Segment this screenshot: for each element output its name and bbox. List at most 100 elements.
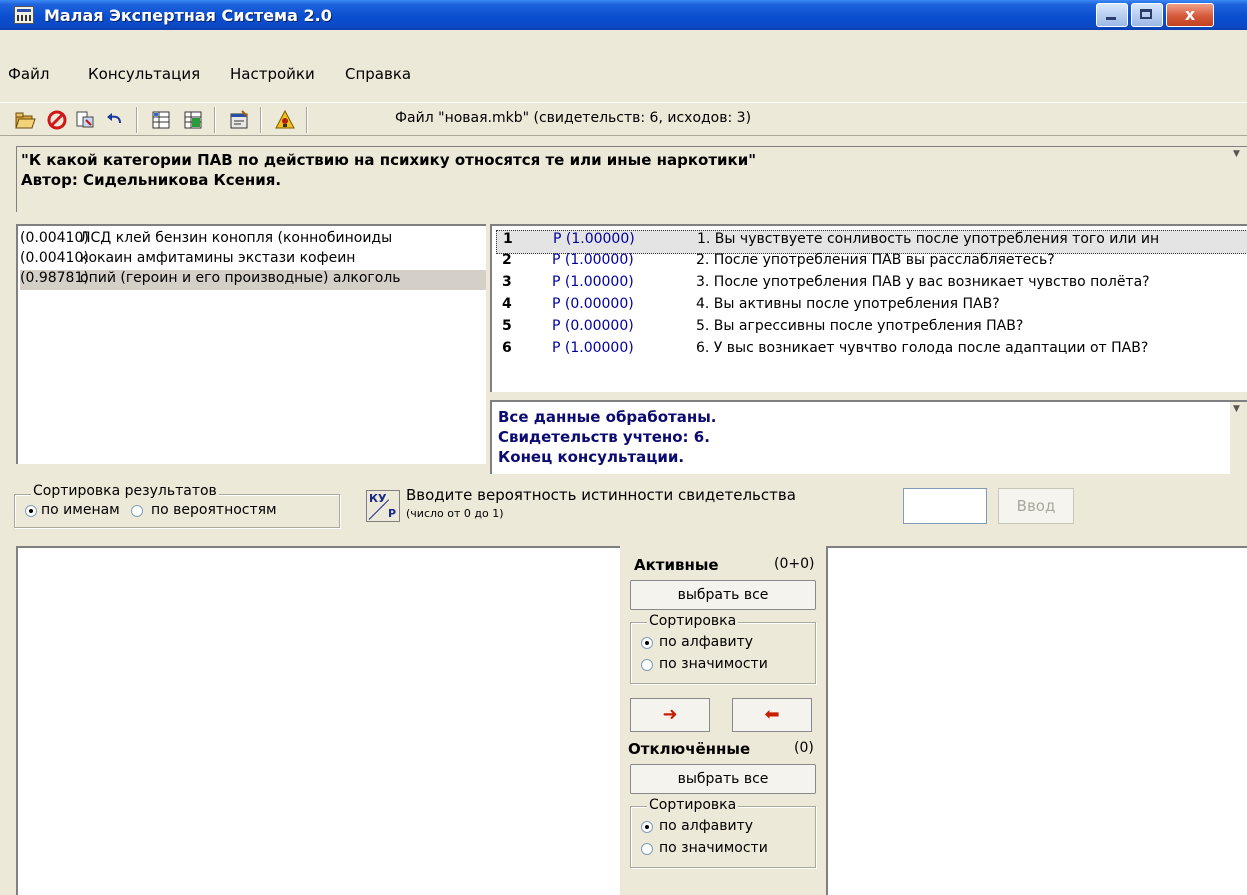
sort-by-probability-radio[interactable] bbox=[131, 505, 143, 517]
menu-settings[interactable]: Настройки bbox=[230, 65, 315, 83]
disabled-title: Отключённые bbox=[628, 740, 751, 758]
sort-by-name-radio[interactable] bbox=[25, 505, 37, 517]
active-sort-significance-radio[interactable] bbox=[641, 659, 653, 671]
result-scrollbar[interactable] bbox=[1230, 402, 1247, 474]
move-left-button[interactable]: ⬅ bbox=[732, 698, 812, 732]
evidence-list[interactable]: 1 P (1.00000) 1. Вы чувствуете сонливост… bbox=[490, 224, 1247, 392]
evidence-probability: P (0.00000) bbox=[552, 318, 634, 334]
p-label: Р bbox=[387, 507, 396, 520]
toolbar: Файл "новая.mkb" (свидетельств: 6, исход… bbox=[0, 102, 1247, 136]
evidence-pane-left[interactable] bbox=[16, 546, 620, 895]
disabled-sort-significance-radio[interactable] bbox=[641, 843, 653, 855]
enter-button[interactable]: Ввод bbox=[998, 488, 1074, 524]
evidence-probability: P (1.00000) bbox=[552, 252, 634, 268]
list-item[interactable]: (0.00410)кокаин амфитамины экстази кофеи… bbox=[20, 250, 486, 270]
help-icon[interactable] bbox=[274, 109, 296, 131]
toolbar-separator bbox=[260, 107, 262, 133]
evidence-question: 1. Вы чувствуете сонливость после употре… bbox=[697, 231, 1160, 247]
consultation-icon[interactable] bbox=[74, 109, 96, 131]
input-prompt: Вводите вероятность истинности свидетель… bbox=[406, 486, 796, 504]
toolbar-separator bbox=[136, 107, 138, 133]
evidence-number: 2 bbox=[502, 252, 512, 268]
evidence-question: 3. После употребления ПАВ у вас возникае… bbox=[696, 274, 1150, 290]
window-title: Малая Экспертная Система 2.0 bbox=[44, 6, 332, 25]
active-sort-group: Сортировка по алфавиту по значимости bbox=[630, 613, 816, 684]
active-select-all-button[interactable]: выбрать все bbox=[630, 580, 816, 610]
menu-bar: Файл Консультация Настройки Справка bbox=[0, 64, 1247, 86]
table-icon[interactable] bbox=[150, 109, 172, 131]
active-count: (0+0) bbox=[774, 556, 815, 572]
menu-help[interactable]: Справка bbox=[345, 65, 411, 83]
list-item-selected[interactable]: (0.98781)опий (героин и его производные)… bbox=[20, 270, 486, 290]
ky-p-button[interactable]: КУ Р bbox=[366, 490, 400, 522]
outcome-probability: (0.00410) bbox=[20, 250, 89, 266]
result-messages: Все данные обработаны. Свидетельств учте… bbox=[490, 400, 1247, 474]
menu-file[interactable]: Файл bbox=[8, 65, 49, 83]
outcome-label: кокаин амфитамины экстази кофеин bbox=[80, 250, 356, 266]
evidence-probability: P (0.00000) bbox=[552, 296, 634, 312]
disabled-sort-group: Сортировка по алфавиту по значимости bbox=[630, 797, 816, 868]
sort-by-name-label[interactable]: по именам bbox=[41, 502, 120, 518]
evidence-pane-right[interactable] bbox=[826, 546, 1247, 895]
result-line: Все данные обработаны. bbox=[498, 408, 717, 426]
evidence-control-panel: Активные (0+0) выбрать все Сортировка по… bbox=[622, 546, 826, 895]
properties-icon[interactable] bbox=[228, 109, 250, 131]
table-row[interactable]: 1 P (1.00000) 1. Вы чувствуете сонливост… bbox=[496, 230, 1247, 254]
table-row[interactable]: 3 P (1.00000) 3. После употребления ПАВ … bbox=[496, 274, 1247, 296]
kb-author: Автор: Сидельникова Ксения. bbox=[21, 171, 282, 189]
table-row[interactable]: 2 P (1.00000) 2. После употребления ПАВ … bbox=[496, 252, 1247, 274]
undo-icon[interactable] bbox=[104, 109, 126, 131]
header-scrollbar[interactable] bbox=[1230, 147, 1247, 211]
table-export-icon[interactable] bbox=[182, 109, 204, 131]
disabled-sort-title: Сортировка bbox=[647, 797, 739, 813]
evidence-number: 5 bbox=[502, 318, 512, 334]
outcome-probability: (0.98781) bbox=[20, 270, 89, 286]
disabled-count: (0) bbox=[794, 740, 814, 756]
sort-by-probability-label[interactable]: по вероятностям bbox=[151, 502, 277, 518]
evidence-probability: P (1.00000) bbox=[552, 340, 634, 356]
app-icon bbox=[14, 6, 34, 24]
evidence-question: 5. Вы агрессивны после употребления ПАВ? bbox=[696, 318, 1024, 334]
input-range-hint: (число от 0 до 1) bbox=[406, 507, 504, 520]
result-line: Конец консультации. bbox=[498, 448, 685, 466]
outcomes-list[interactable]: (0.00410)ЛСД клей бензин конопля (конноб… bbox=[16, 224, 486, 464]
evidence-probability: P (1.00000) bbox=[552, 274, 634, 290]
evidence-number: 6 bbox=[502, 340, 512, 356]
outcome-probability: (0.00410) bbox=[20, 230, 89, 246]
evidence-question: 4. Вы активны после употребления ПАВ? bbox=[696, 296, 1000, 312]
evidence-probability: P (1.00000) bbox=[553, 231, 635, 247]
knowledge-base-header: "К какой категории ПАВ по действию на пс… bbox=[16, 146, 1247, 212]
toolbar-separator bbox=[306, 107, 308, 133]
stop-icon[interactable] bbox=[46, 109, 68, 131]
kb-title: "К какой категории ПАВ по действию на пс… bbox=[21, 151, 757, 169]
outcome-label: опий (героин и его производные) алкоголь bbox=[80, 270, 401, 286]
disabled-sort-significance-label[interactable]: по значимости bbox=[659, 840, 768, 856]
active-sort-significance-label[interactable]: по значимости bbox=[659, 656, 768, 672]
table-row[interactable]: 6 P (1.00000) 6. У выс возникает чувчтво… bbox=[496, 340, 1247, 362]
table-row[interactable]: 4 P (0.00000) 4. Вы активны после употре… bbox=[496, 296, 1247, 318]
title-bar[interactable]: Малая Экспертная Система 2.0 x bbox=[0, 0, 1247, 30]
ky-label: КУ bbox=[369, 492, 387, 505]
evidence-number: 1 bbox=[503, 231, 513, 247]
evidence-number: 3 bbox=[502, 274, 512, 290]
minimize-button[interactable] bbox=[1096, 3, 1128, 27]
active-title: Активные bbox=[634, 556, 719, 574]
active-sort-alpha-radio[interactable] bbox=[641, 637, 653, 649]
sort-results-group: Сортировка результатов по именам по веро… bbox=[14, 483, 340, 528]
evidence-question: 2. После употребления ПАВ вы расслабляет… bbox=[696, 252, 1055, 268]
table-row[interactable]: 5 P (0.00000) 5. Вы агрессивны после упо… bbox=[496, 318, 1247, 340]
move-right-button[interactable]: ➜ bbox=[630, 698, 710, 732]
probability-input[interactable] bbox=[903, 488, 987, 524]
list-item[interactable]: (0.00410)ЛСД клей бензин конопля (конноб… bbox=[20, 230, 486, 250]
disabled-sort-alpha-radio[interactable] bbox=[641, 821, 653, 833]
outcome-label: ЛСД клей бензин конопля (коннобиноиды bbox=[80, 230, 393, 246]
close-button[interactable]: x bbox=[1166, 3, 1214, 27]
result-line: Свидетельств учтено: 6. bbox=[498, 428, 710, 446]
disabled-sort-alpha-label[interactable]: по алфавиту bbox=[659, 818, 753, 834]
active-sort-alpha-label[interactable]: по алфавиту bbox=[659, 634, 753, 650]
menu-consultation[interactable]: Консультация bbox=[88, 65, 200, 83]
disabled-select-all-button[interactable]: выбрать все bbox=[630, 764, 816, 794]
active-sort-title: Сортировка bbox=[647, 613, 739, 629]
maximize-button[interactable] bbox=[1131, 3, 1163, 27]
open-folder-icon[interactable] bbox=[14, 109, 36, 131]
